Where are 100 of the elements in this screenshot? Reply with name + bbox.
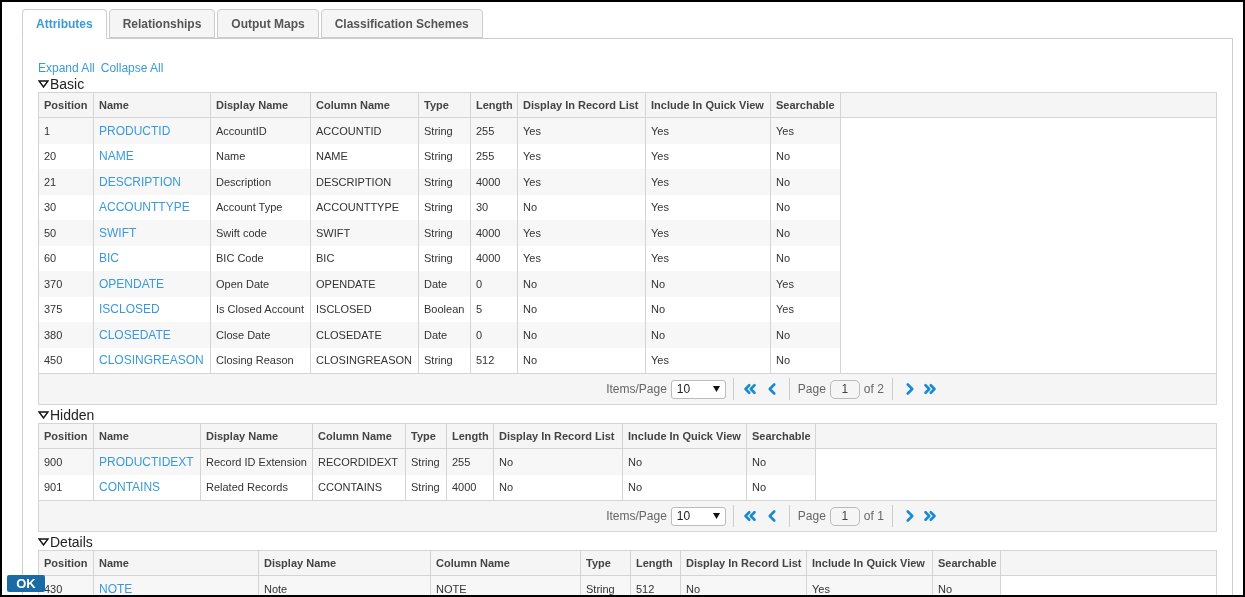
table-cell: Yes	[646, 220, 771, 246]
table-cell: Yes	[518, 169, 646, 195]
table-cell: No	[681, 576, 807, 597]
column-header: Display In Record List	[494, 424, 623, 448]
items-per-page-select[interactable]: 10	[670, 506, 726, 526]
table-cell: 50	[39, 220, 94, 246]
table-cell: String	[419, 169, 471, 195]
table-cell: No	[518, 271, 646, 297]
dropdown-arrow-icon	[712, 386, 720, 392]
column-header: Display Name	[201, 424, 313, 448]
table-cell: String	[406, 449, 447, 475]
table-cell: Yes	[646, 169, 771, 195]
page-number-field[interactable]: 1	[829, 506, 860, 526]
column-header: Column Name	[311, 93, 419, 117]
section-title: Details	[50, 535, 93, 549]
table-cell: 370	[39, 271, 94, 297]
column-header: Name	[94, 93, 211, 117]
attribute-name-link[interactable]: PRODUCTIDEXT	[94, 449, 201, 475]
table-cell: 1	[39, 118, 94, 144]
page-label: Page	[797, 381, 826, 398]
table-cell: Description	[211, 169, 311, 195]
attribute-name-link[interactable]: CLOSEDATE	[94, 322, 211, 348]
attribute-name-link[interactable]: DESCRIPTION	[94, 169, 211, 195]
table-cell: 21	[39, 169, 94, 195]
table-cell: 4000	[471, 169, 518, 195]
table-cell: SWIFT	[311, 220, 419, 246]
table-cell: String	[581, 576, 631, 597]
table-cell: No	[518, 322, 646, 348]
table-cell: Yes	[771, 271, 841, 297]
section-title: Basic	[50, 77, 85, 91]
table-cell: 0	[471, 271, 518, 297]
page-number-field[interactable]: 1	[829, 379, 860, 399]
tab[interactable]: Classification Schemes	[320, 9, 483, 38]
table-cell: Close Date	[211, 322, 311, 348]
column-header: Searchable	[747, 424, 816, 448]
table-cell: 255	[447, 449, 494, 475]
ok-button[interactable]: OK	[7, 575, 45, 592]
column-header: Position	[39, 424, 94, 448]
table-cell: NOTE	[431, 576, 581, 597]
table-cell: Swift code	[211, 220, 311, 246]
column-header: Include In Quick View	[807, 551, 933, 575]
dropdown-arrow-icon	[712, 513, 720, 519]
table-cell: Note	[259, 576, 431, 597]
page-count: of 2	[863, 381, 884, 398]
column-header: Column Name	[313, 424, 406, 448]
tab[interactable]: Attributes	[22, 9, 107, 39]
table-cell: 900	[39, 449, 94, 475]
toggle-link[interactable]: Expand All	[38, 59, 95, 77]
table-cell: Yes	[518, 220, 646, 246]
table-cell: Date	[419, 322, 471, 348]
tab[interactable]: Output Maps	[217, 9, 319, 38]
column-header: Length	[631, 551, 681, 575]
table-cell: No	[747, 449, 816, 475]
collapse-triangle-icon[interactable]	[38, 80, 49, 88]
column-header: Length	[471, 93, 518, 117]
attribute-name-link[interactable]: PRODUCTID	[94, 118, 211, 144]
table-cell: Open Date	[211, 271, 311, 297]
table-cell: String	[419, 220, 471, 246]
table-cell: DESCRIPTION	[311, 169, 419, 195]
table-cell: No	[646, 322, 771, 348]
column-header: Include In Quick View	[646, 93, 771, 117]
column-header: Column Name	[431, 551, 581, 575]
table-cell: RECORDIDEXT	[313, 449, 406, 475]
attribute-name-link[interactable]: NOTE	[94, 576, 259, 597]
table-cell: No	[771, 169, 841, 195]
table-cell: 380	[39, 322, 94, 348]
toggle-link[interactable]: Collapse All	[100, 59, 164, 77]
table-cell: Date	[419, 271, 471, 297]
column-header: Searchable	[933, 551, 1001, 575]
collapse-triangle-icon[interactable]	[38, 538, 49, 546]
column-header: Display Name	[211, 93, 311, 117]
column-header: Name	[94, 551, 259, 575]
tab[interactable]: Relationships	[108, 9, 216, 38]
column-header: Type	[581, 551, 631, 575]
column-header: Length	[447, 424, 494, 448]
items-per-page-label: Items/Page	[606, 381, 667, 398]
attribute-name-link[interactable]: SWIFT	[94, 220, 211, 246]
table-cell: No	[933, 576, 1001, 597]
column-header: Display In Record List	[681, 551, 807, 575]
column-header: Type	[419, 93, 471, 117]
table-cell: Yes	[771, 118, 841, 144]
attribute-name-link[interactable]: OPENDATE	[94, 271, 211, 297]
table-cell: Yes	[646, 118, 771, 144]
table-cell: String	[419, 118, 471, 144]
table-cell: No	[771, 322, 841, 348]
items-per-page-select[interactable]: 10	[670, 379, 726, 399]
table-cell: No	[771, 220, 841, 246]
column-header: Display Name	[259, 551, 431, 575]
table-cell: 0	[471, 322, 518, 348]
column-header: Include In Quick View	[623, 424, 747, 448]
collapse-triangle-icon[interactable]	[38, 411, 49, 419]
table-cell: Yes	[807, 576, 933, 597]
table-cell: No	[646, 271, 771, 297]
page-label: Page	[797, 508, 826, 525]
column-header: Type	[406, 424, 447, 448]
table-cell: 4000	[471, 220, 518, 246]
table-cell: AccountID	[211, 118, 311, 144]
table-cell: ACCOUNTID	[311, 118, 419, 144]
column-header: Name	[94, 424, 201, 448]
table-cell: OPENDATE	[311, 271, 419, 297]
